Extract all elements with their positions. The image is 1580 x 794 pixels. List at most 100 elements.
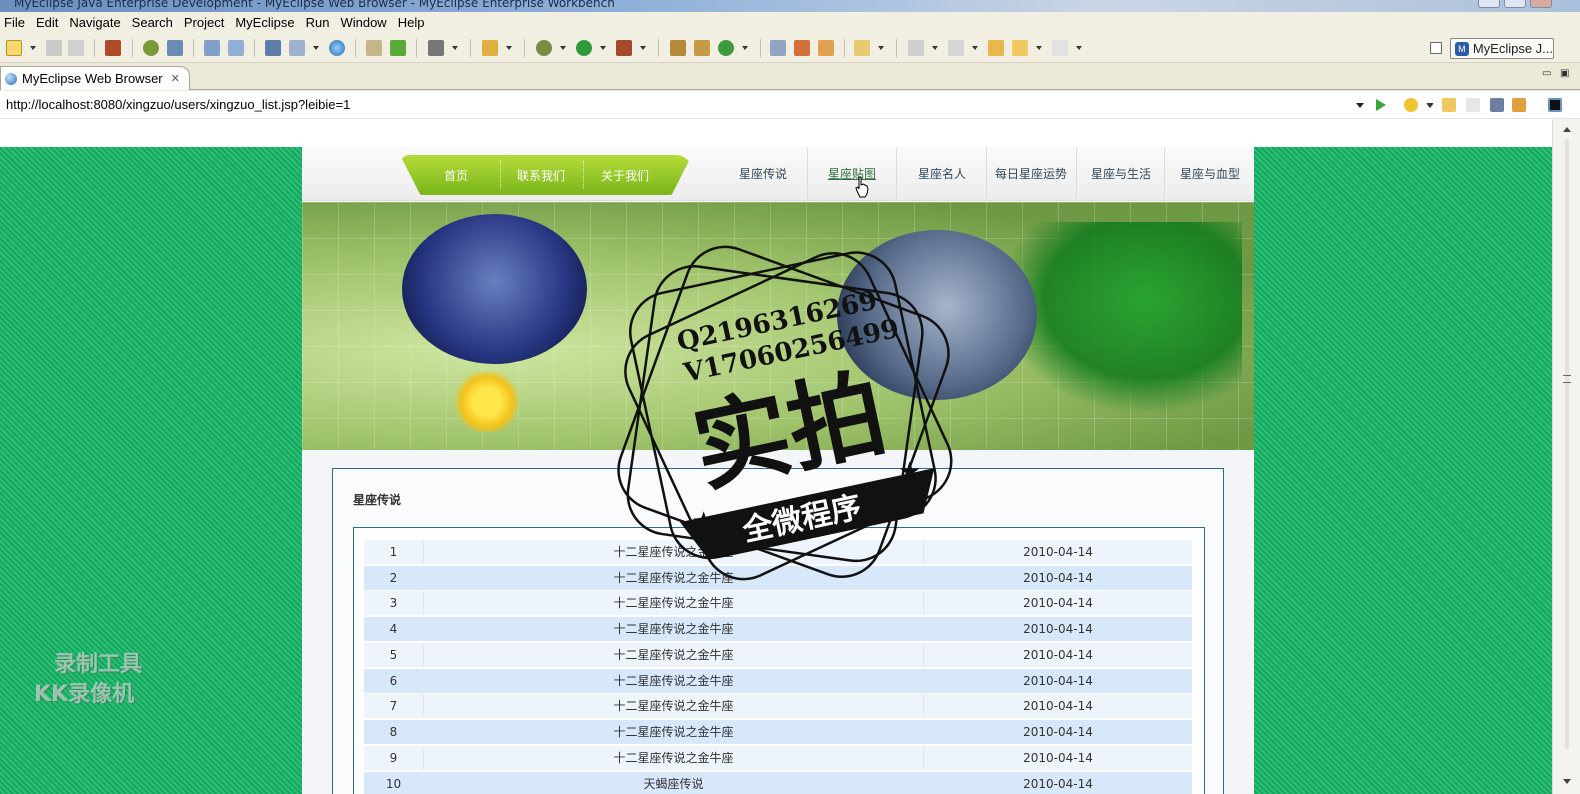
nav-home[interactable]: 首页: [444, 167, 468, 184]
task-icon[interactable]: [670, 40, 686, 56]
browser-extra-icon[interactable]: [1548, 98, 1562, 112]
open-type-icon[interactable]: [854, 40, 870, 56]
nav-life[interactable]: 星座与生活: [1091, 165, 1151, 182]
web-browser-tab[interactable]: MyEclipse Web Browser ✕: [0, 66, 190, 90]
new-icon[interactable]: [6, 40, 22, 56]
wizard-icon[interactable]: [204, 40, 220, 56]
refresh-icon[interactable]: [718, 40, 734, 56]
maximize-button[interactable]: [1504, 0, 1526, 8]
nav-pictures[interactable]: 星座贴图: [828, 165, 876, 182]
bookmark-dropdown-icon[interactable]: [506, 46, 512, 50]
scroll-thumb[interactable]: [1565, 139, 1569, 749]
rocket-icon[interactable]: [794, 40, 810, 56]
favorites-dropdown-icon[interactable]: [1426, 103, 1434, 108]
table-row[interactable]: 7 十二星座传说之金牛座 2010-04-14: [364, 694, 1192, 718]
add-icon[interactable]: [390, 40, 406, 56]
perspective-button[interactable]: M MyEclipse J...: [1450, 38, 1554, 59]
open-type-dropdown-icon[interactable]: [878, 46, 884, 50]
scroll-up-icon[interactable]: [1563, 127, 1571, 132]
camera-icon[interactable]: [428, 40, 444, 56]
browser-refresh-icon[interactable]: [1512, 98, 1526, 112]
deploy-icon[interactable]: [265, 40, 281, 56]
table-row[interactable]: 9 十二星座传说之金牛座 2010-04-14: [364, 746, 1192, 770]
debug-icon[interactable]: [536, 40, 552, 56]
folder-icon[interactable]: [366, 40, 382, 56]
menu-project[interactable]: Project: [180, 15, 231, 30]
new-dropdown-icon[interactable]: [30, 46, 36, 50]
wizard2-icon[interactable]: [228, 40, 244, 56]
camera-dropdown-icon[interactable]: [452, 46, 458, 50]
back-dropdown-icon[interactable]: [1036, 46, 1042, 50]
menu-myeclipse[interactable]: MyEclipse: [231, 15, 301, 30]
table-row[interactable]: 4 十二星座传说之金牛座 2010-04-14: [364, 617, 1192, 641]
menu-run[interactable]: Run: [302, 15, 337, 30]
menu-navigate[interactable]: Navigate: [65, 15, 127, 30]
package-icon[interactable]: [105, 40, 121, 56]
minimize-button[interactable]: [1478, 0, 1500, 8]
nav-about[interactable]: 关于我们: [601, 167, 649, 184]
save-icon[interactable]: [46, 40, 62, 56]
sync-icon[interactable]: [770, 40, 786, 56]
external-tools-icon[interactable]: [616, 40, 632, 56]
minimize-view-icon[interactable]: ▭: [1542, 68, 1551, 79]
print-icon[interactable]: [68, 40, 84, 56]
menu-search[interactable]: Search: [128, 15, 180, 30]
row-title-link[interactable]: 十二星座传说之金牛座: [424, 720, 924, 744]
refresh-dropdown-icon[interactable]: [742, 46, 748, 50]
prev-annotation-icon[interactable]: [948, 40, 964, 56]
table-row[interactable]: 1 十二星座传说之金牛座 2010-04-14: [364, 540, 1192, 564]
build-icon[interactable]: [143, 40, 159, 56]
table-row[interactable]: 10 天蝎座传说 2010-04-14: [364, 772, 1192, 794]
close-tab-icon[interactable]: ✕: [171, 72, 180, 85]
class-icon[interactable]: [694, 40, 710, 56]
table-row[interactable]: 3 十二星座传说之金牛座 2010-04-14: [364, 591, 1192, 615]
bookmark-icon[interactable]: [482, 40, 498, 56]
nav-contact[interactable]: 联系我们: [517, 167, 565, 184]
row-title-link[interactable]: 天蝎座传说: [424, 772, 924, 794]
row-title-link[interactable]: 十二星座传说之金牛座: [424, 540, 924, 564]
nav-celebrities[interactable]: 星座名人: [918, 165, 966, 182]
run-icon[interactable]: [576, 40, 592, 56]
browser-forward-icon[interactable]: [1466, 98, 1480, 112]
last-edit-icon[interactable]: [988, 40, 1004, 56]
prev-annotation-dropdown-icon[interactable]: [972, 46, 978, 50]
next-annotation-dropdown-icon[interactable]: [932, 46, 938, 50]
row-title-link[interactable]: 十二星座传说之金牛座: [424, 566, 924, 590]
open-perspective-icon[interactable]: [1430, 42, 1442, 54]
deploy-dropdown-icon[interactable]: [313, 46, 319, 50]
external-dropdown-icon[interactable]: [640, 46, 646, 50]
favorites-icon[interactable]: [1404, 98, 1418, 112]
row-title-link[interactable]: 十二星座传说之金牛座: [424, 591, 924, 615]
row-title-link[interactable]: 十二星座传说之金牛座: [424, 746, 924, 770]
table-row[interactable]: 2 十二星座传说之金牛座 2010-04-14: [364, 566, 1192, 590]
close-window-button[interactable]: [1530, 0, 1552, 8]
menu-edit[interactable]: Edit: [32, 15, 65, 30]
run-dropdown-icon[interactable]: [600, 46, 606, 50]
next-annotation-icon[interactable]: [908, 40, 924, 56]
nav-legends[interactable]: 星座传说: [739, 165, 787, 182]
nav-daily-fortune[interactable]: 每日星座运势: [995, 165, 1067, 182]
open-folder-icon[interactable]: [818, 40, 834, 56]
deploy2-icon[interactable]: [289, 40, 305, 56]
forward-icon[interactable]: [1052, 40, 1068, 56]
nav-blood-type[interactable]: 星座与血型: [1180, 165, 1240, 182]
row-title-link[interactable]: 十二星座传说之金牛座: [424, 694, 924, 718]
debug-dropdown-icon[interactable]: [560, 46, 566, 50]
globe-icon[interactable]: [329, 40, 345, 56]
browser-stop-icon[interactable]: [1490, 98, 1504, 112]
forward-dropdown-icon[interactable]: [1076, 46, 1082, 50]
table-row[interactable]: 6 十二星座传说之金牛座 2010-04-14: [364, 669, 1192, 693]
menu-window[interactable]: Window: [336, 15, 393, 30]
browser-back-icon[interactable]: [1442, 98, 1456, 112]
table-row[interactable]: 8 十二星座传说之金牛座 2010-04-14: [364, 720, 1192, 744]
row-title-link[interactable]: 十二星座传说之金牛座: [424, 669, 924, 693]
menu-file[interactable]: File: [0, 15, 32, 30]
row-title-link[interactable]: 十二星座传说之金牛座: [424, 643, 924, 667]
server-icon[interactable]: [167, 40, 183, 56]
url-input[interactable]: http://localhost:8080/xingzuo/users/xing…: [6, 97, 350, 112]
menu-help[interactable]: Help: [394, 15, 432, 30]
go-icon[interactable]: [1376, 99, 1386, 111]
back-icon[interactable]: [1012, 40, 1028, 56]
table-row[interactable]: 5 十二星座传说之金牛座 2010-04-14: [364, 643, 1192, 667]
vertical-scrollbar[interactable]: [1552, 119, 1580, 794]
